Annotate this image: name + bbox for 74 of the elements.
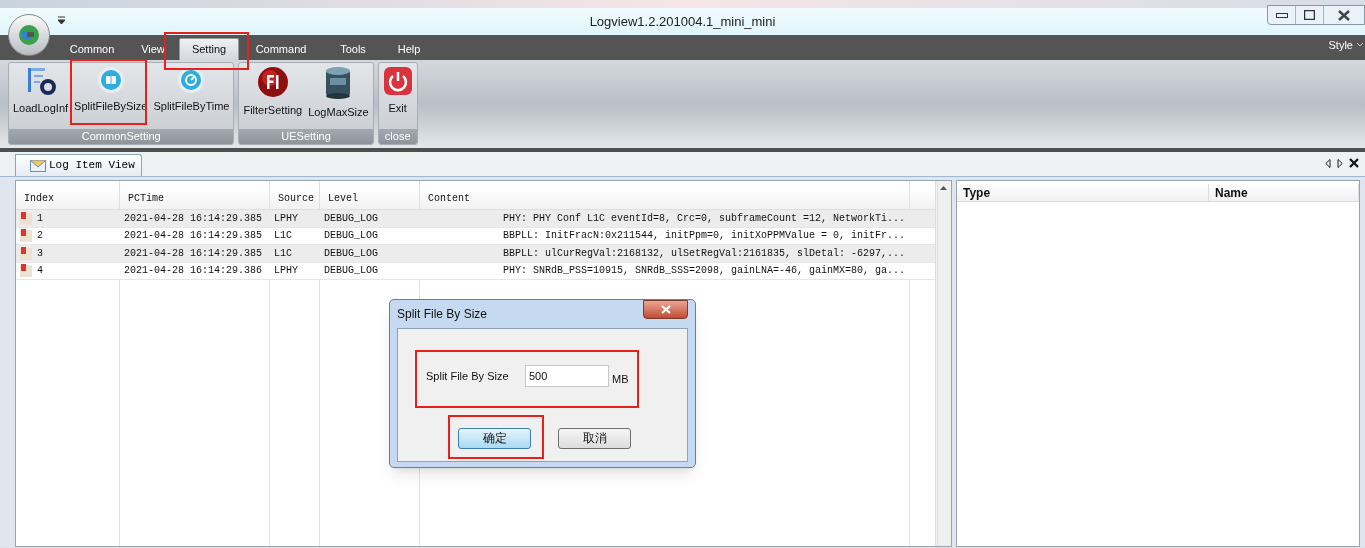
table-cell-text: L1C (274, 229, 292, 244)
chevron-down-icon[interactable] (1357, 42, 1363, 47)
scroll-up-icon[interactable] (940, 186, 947, 190)
table-cell-text: BBPLL: ulCurRegVal:2168132, ulSetRegVal:2161835, slDetal: -6297,... (502, 246, 905, 261)
group-label: close (378, 129, 417, 144)
globe-icon (18, 24, 40, 46)
timer-icon (177, 66, 206, 94)
dialog-button[interactable]: 确定 (458, 427, 531, 449)
menu-tab[interactable]: Command (239, 38, 323, 60)
maximize-icon (1304, 10, 1315, 20)
split-circle-icon (96, 66, 125, 94)
table-cell-text: PHY: SNRdB_PSS=10915, SNRdB_SSS=2098, gainLNA=-46, gainMX=80, ga... (502, 264, 905, 279)
table-cell-text: 1 (37, 211, 43, 226)
style-menu[interactable]: Style (1328, 36, 1353, 53)
unit-label: MB (612, 372, 629, 387)
menu-tab[interactable]: Help (383, 38, 435, 60)
table-cell-text: 3 (37, 246, 43, 261)
table-cell-text: DEBUG_LOG (324, 246, 378, 261)
group-label: CommonSetting (9, 129, 234, 144)
close-icon[interactable] (1349, 158, 1359, 168)
dropdown-icon[interactable] (58, 16, 65, 24)
table-cell-text: L1C (274, 246, 292, 261)
table-cell-text: DEBUG_LOG (324, 211, 378, 226)
dialog-title: Split File By Size (397, 306, 488, 323)
document-tab[interactable]: Log Item View (15, 154, 142, 176)
menu-tab[interactable]: Tools (323, 38, 383, 60)
field-label: Split File By Size (426, 369, 510, 384)
bookmark-icon (20, 211, 32, 225)
envelope-icon (30, 159, 46, 172)
minimize-icon (1275, 12, 1288, 18)
column-header[interactable]: Level (320, 187, 420, 209)
ribbon-button[interactable]: Exit (379, 63, 416, 129)
group-label: UESetting (239, 129, 373, 144)
menu-tab[interactable]: Common (57, 38, 127, 60)
ribbon-button[interactable]: SplitFileByTime (150, 63, 233, 129)
table-cell-text: DEBUG_LOG (324, 229, 378, 244)
close-icon (1338, 9, 1350, 21)
ribbon-button[interactable]: SplitFileBySize (71, 63, 151, 129)
menu-tab[interactable]: View (127, 38, 179, 60)
ribbon-button[interactable]: LogMaxSize (305, 63, 372, 129)
column-header[interactable]: Type (957, 184, 1209, 201)
table-row[interactable]: 1 2021-04-28 16:14:29.385 LPHY DEBUG_LOG PHY: PHY Conf L1C eventId=8, Crc=0, subframeCount =12, NetworkTi... (16, 210, 935, 228)
table-row[interactable]: 3 2021-04-28 16:14:29.385 L1C DEBUG_LOG BBPLL: ulCurRegVal:2168132, ulSetRegVal:2161835, slDetal: -6297,... (16, 245, 935, 263)
table-cell-text: 2021-04-28 16:14:29.386 (124, 264, 263, 279)
bookmark-icon (20, 229, 32, 243)
column-header[interactable]: Index (16, 187, 120, 209)
power-icon (382, 66, 413, 96)
table-cell-text: 2021-04-28 16:14:29.385 (124, 246, 263, 261)
scroll-right-icon[interactable] (1337, 158, 1343, 168)
dialog-button[interactable]: 取消 (558, 427, 631, 449)
column-header[interactable]: Name (1209, 184, 1359, 201)
table-cell-text: 2021-04-28 16:14:29.385 (124, 229, 263, 244)
table-cell-text: 2 (37, 229, 43, 244)
table-cell-text: LPHY (274, 211, 298, 226)
close-button[interactable] (643, 300, 688, 319)
table-cell-text: 2021-04-28 16:14:29.385 (124, 211, 263, 226)
ribbon-button[interactable]: LoadLogInf (10, 63, 72, 129)
menu-tab[interactable]: Setting (179, 37, 239, 60)
scroll-left-icon[interactable] (1325, 158, 1331, 168)
column-header[interactable]: Content (420, 187, 910, 209)
table-cell-text: BBPLL: InitFracN:0x211544, initPpm=0, initXoPPMValue = 0, initFr... (502, 229, 905, 244)
close-icon (660, 305, 671, 314)
bookmark-icon (20, 264, 32, 278)
table-cell-text: LPHY (274, 264, 298, 279)
window-title: Logview1.2.201004.1_mini_mini (589, 12, 776, 31)
bookmark-icon (20, 246, 32, 260)
ribbon-button[interactable]: FilterSetting (240, 63, 306, 129)
table-cell-text: DEBUG_LOG (324, 264, 378, 279)
size-input-field[interactable]: 500 (525, 365, 609, 388)
column-header[interactable]: PCTime (120, 187, 270, 209)
table-cell-text: PHY: PHY Conf L1C eventId=8, Crc=0, subframeCount =12, NetworkTi... (502, 211, 905, 226)
table-cell-text: 4 (37, 264, 43, 279)
column-header[interactable]: Source (270, 187, 320, 209)
ball-icon (256, 66, 289, 98)
